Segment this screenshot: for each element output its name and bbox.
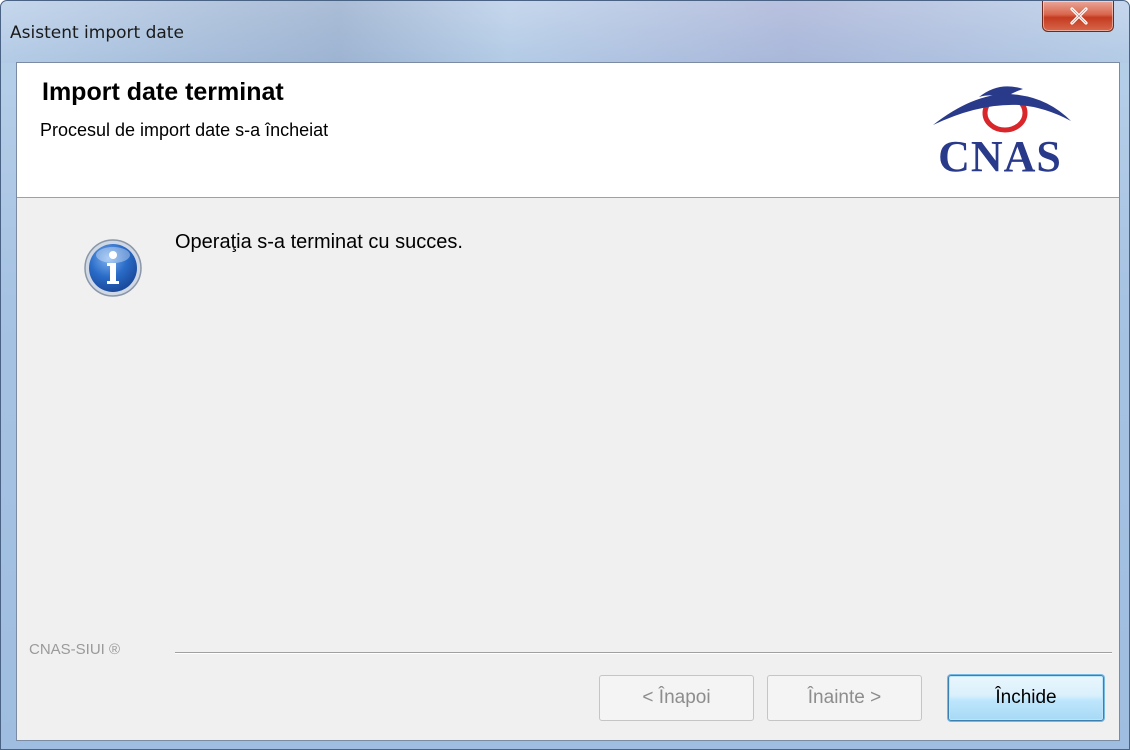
info-icon [84, 239, 142, 297]
cnas-logo: CNAS [919, 75, 1081, 179]
finish-close-button[interactable]: Închide [948, 675, 1104, 721]
wizard-header: Import date terminat Procesul de import … [17, 63, 1119, 198]
status-message: Operaţia s-a terminat cu succes. [175, 231, 463, 253]
close-icon [1070, 7, 1088, 25]
back-button[interactable]: < Înapoi [599, 675, 754, 721]
page-title: Import date terminat [42, 78, 284, 106]
cnas-logo-text: CNAS [938, 132, 1062, 181]
next-button[interactable]: Înainte > [767, 675, 922, 721]
window-close-button[interactable] [1042, 1, 1114, 32]
window-title: Asistent import date [10, 23, 184, 43]
import-wizard-window: Asistent import date Import date termina… [0, 0, 1130, 750]
title-bar[interactable]: Asistent import date [1, 1, 1129, 63]
footer-divider [175, 652, 1112, 654]
brand-label: CNAS-SIUI ® [29, 641, 121, 658]
wizard-client-area: Import date terminat Procesul de import … [16, 62, 1120, 741]
page-subtitle: Procesul de import date s-a încheiat [40, 120, 329, 140]
cnas-logo-mark-icon [933, 86, 1071, 133]
